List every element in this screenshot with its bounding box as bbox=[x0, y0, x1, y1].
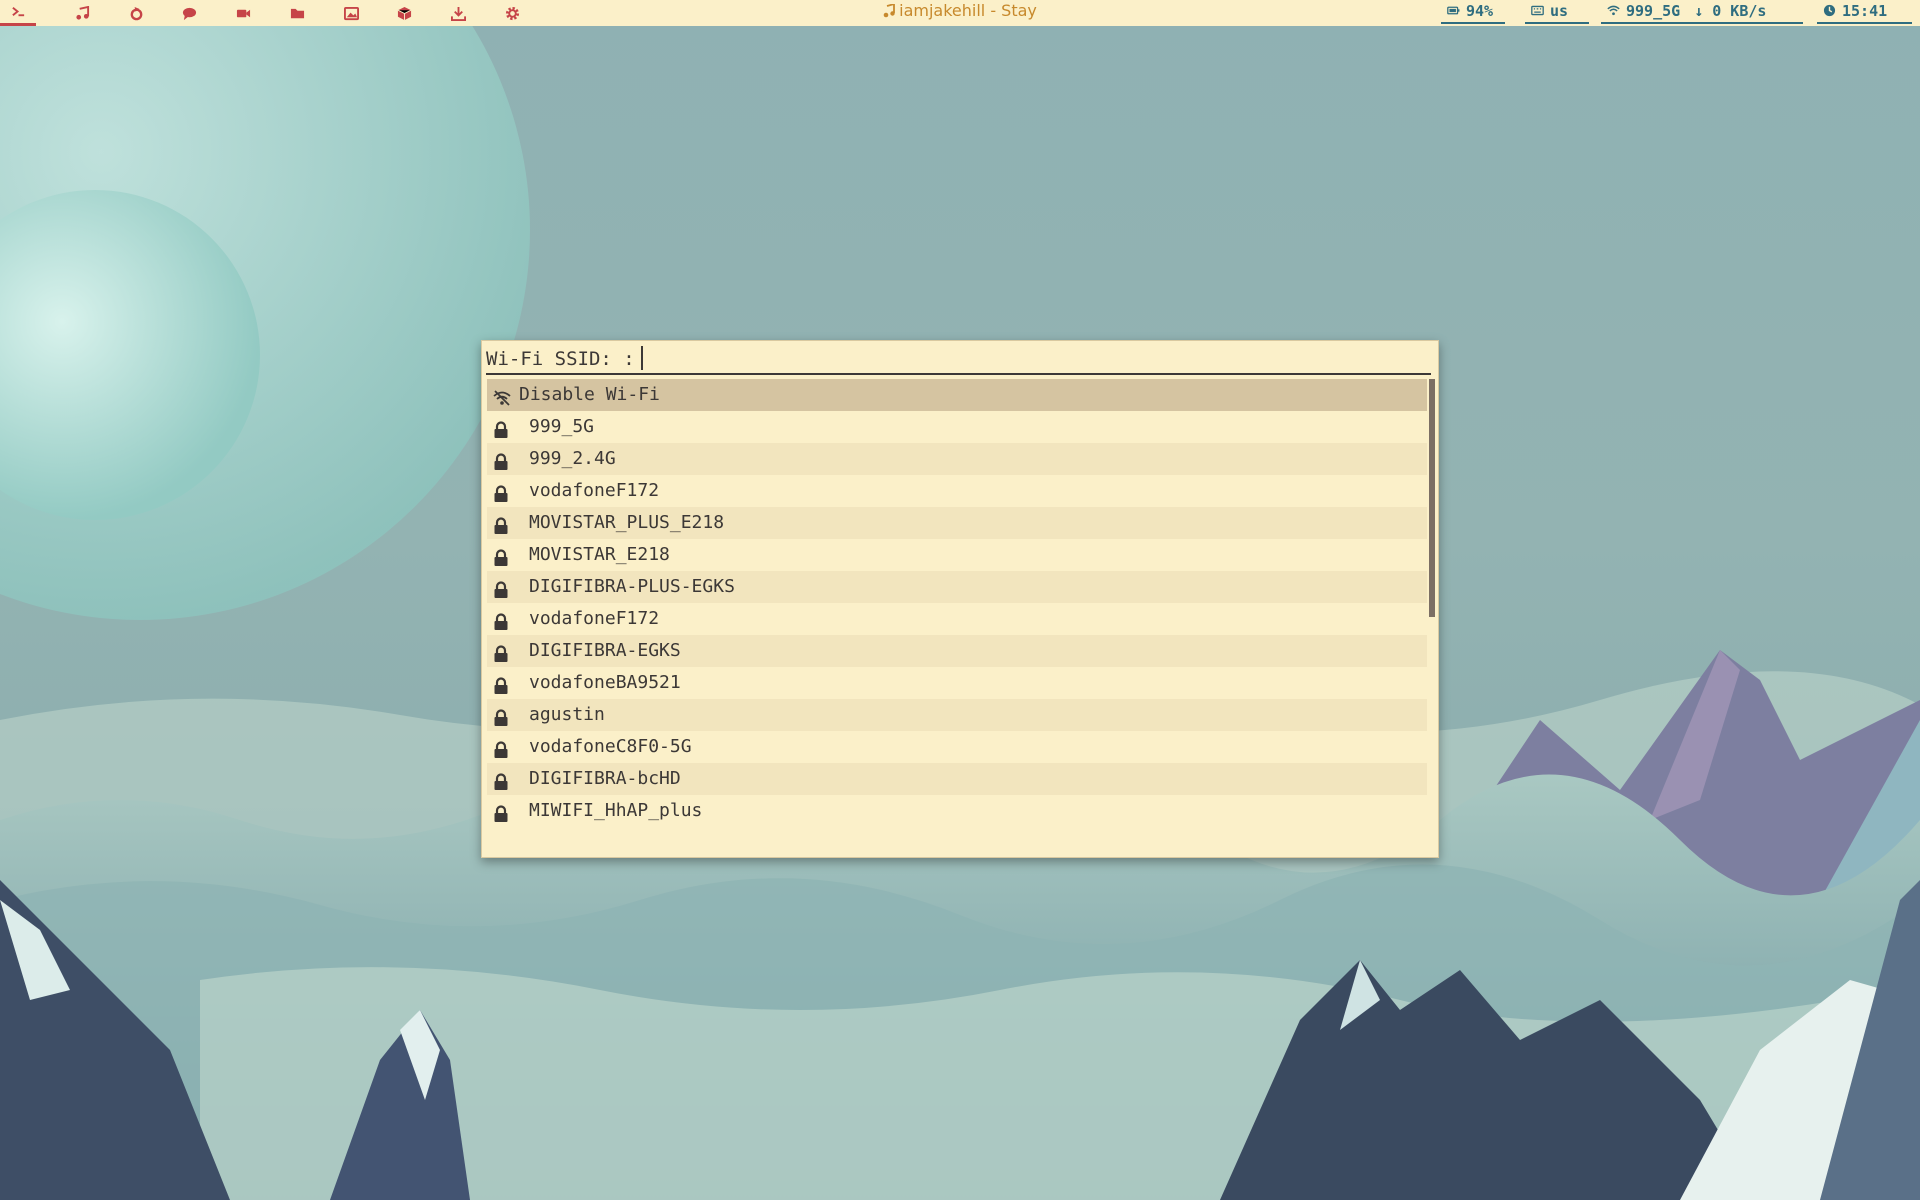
lock-icon bbox=[493, 610, 509, 630]
music-icon[interactable] bbox=[64, 0, 100, 26]
ssid-list-item[interactable]: MIWIFI_HhAP_plus bbox=[487, 795, 1427, 827]
network-module[interactable]: 999_5G ↓ 0 KB/s bbox=[1601, 0, 1803, 24]
ssid-list-item[interactable]: vodafoneBA9521 bbox=[487, 667, 1427, 699]
lock-icon bbox=[493, 802, 509, 822]
lock-icon bbox=[493, 642, 509, 662]
ssid-label: 999_2.4G bbox=[529, 448, 616, 469]
lock-icon bbox=[493, 706, 509, 726]
window-title-text: iamjakehill - Stay bbox=[899, 1, 1037, 20]
lock-icon bbox=[493, 450, 509, 470]
battery-icon bbox=[1447, 6, 1460, 15]
ssid-list-item[interactable]: vodafoneF172 bbox=[487, 475, 1427, 507]
wifi-ssid-menu: Wi-Fi SSID: : Disable Wi-Fi 999_5G 999_2.4… bbox=[481, 340, 1439, 858]
ssid-list-item[interactable]: Disable Wi-Fi bbox=[487, 379, 1427, 411]
ssid-list-item[interactable]: 999_2.4G bbox=[487, 443, 1427, 475]
chat-icon[interactable] bbox=[171, 0, 207, 26]
top-status-bar: iamjakehill - Stay 94% us 999_5G ↓ 0 KB/s… bbox=[0, 0, 1920, 26]
ssid-label: vodafoneBA9521 bbox=[529, 672, 681, 693]
lock-icon bbox=[493, 738, 509, 758]
ssid-list-item[interactable]: vodafoneC8F0-5G bbox=[487, 731, 1427, 763]
ssid-label: vodafoneF172 bbox=[529, 608, 660, 629]
lock-icon bbox=[493, 418, 509, 438]
ssid-label: DIGIFIBRA-bcHD bbox=[529, 768, 681, 789]
lock-icon bbox=[493, 546, 509, 566]
package-icon[interactable] bbox=[386, 0, 422, 26]
wifi-off-icon bbox=[493, 386, 511, 406]
ssid-label: DIGIFIBRA-PLUS-EGKS bbox=[529, 576, 735, 597]
folder-icon[interactable] bbox=[279, 0, 315, 26]
ssid-list-item[interactable]: DIGIFIBRA-EGKS bbox=[487, 635, 1427, 667]
list-scrollbar[interactable] bbox=[1429, 379, 1435, 617]
video-icon[interactable] bbox=[225, 0, 261, 26]
clock-module[interactable]: 15:41 bbox=[1817, 0, 1912, 24]
ssid-label: vodafoneC8F0-5G bbox=[529, 736, 692, 757]
wifi-icon bbox=[1607, 5, 1620, 16]
terminal-icon[interactable] bbox=[0, 0, 36, 26]
clock-icon bbox=[1823, 4, 1836, 17]
keyboard-icon bbox=[1531, 5, 1544, 16]
ssid-label: agustin bbox=[529, 704, 605, 725]
music-note-icon bbox=[883, 4, 896, 18]
ssid-label: DIGIFIBRA-EGKS bbox=[529, 640, 681, 661]
lock-icon bbox=[493, 482, 509, 502]
lock-icon bbox=[493, 674, 509, 694]
battery-module[interactable]: 94% bbox=[1441, 0, 1505, 24]
gear-icon[interactable] bbox=[494, 0, 530, 26]
wifi-ssid-value: 999_5G bbox=[1626, 2, 1681, 20]
lock-icon bbox=[493, 770, 509, 790]
refresh-icon[interactable] bbox=[118, 0, 154, 26]
keyboard-layout-module[interactable]: us bbox=[1525, 0, 1589, 24]
text-cursor bbox=[640, 346, 643, 370]
ssid-label: MIWIFI_HhAP_plus bbox=[529, 800, 703, 821]
ssid-label: vodafoneF172 bbox=[529, 480, 660, 501]
lock-icon bbox=[493, 578, 509, 598]
ssid-list-item[interactable]: DIGIFIBRA-PLUS-EGKS bbox=[487, 571, 1427, 603]
prompt-input-row[interactable]: Wi-Fi SSID: : bbox=[486, 345, 1431, 375]
keyboard-layout-value: us bbox=[1550, 2, 1569, 20]
net-speed-value: ↓ 0 KB/s bbox=[1694, 2, 1767, 20]
battery-value: 94% bbox=[1466, 2, 1494, 20]
ssid-list-item[interactable]: MOVISTAR_PLUS_E218 bbox=[487, 507, 1427, 539]
image-icon[interactable] bbox=[333, 0, 369, 26]
ssid-label: MOVISTAR_PLUS_E218 bbox=[529, 512, 725, 533]
ssid-label: 999_5G bbox=[529, 416, 595, 437]
ssid-list: Disable Wi-Fi 999_5G 999_2.4G vodafoneF172 M… bbox=[487, 379, 1427, 827]
ssid-list-item[interactable]: DIGIFIBRA-bcHD bbox=[487, 763, 1427, 795]
download-icon[interactable] bbox=[440, 0, 476, 26]
prompt-label: Wi-Fi SSID: : bbox=[486, 348, 635, 370]
ssid-label: MOVISTAR_E218 bbox=[529, 544, 670, 565]
lock-icon bbox=[493, 514, 509, 534]
ssid-list-item[interactable]: MOVISTAR_E218 bbox=[487, 539, 1427, 571]
ssid-list-item[interactable]: 999_5G bbox=[487, 411, 1427, 443]
ssid-list-item[interactable]: vodafoneF172 bbox=[487, 603, 1427, 635]
ssid-label: Disable Wi-Fi bbox=[519, 384, 660, 405]
clock-value: 15:41 bbox=[1842, 2, 1888, 20]
ssid-list-item[interactable]: agustin bbox=[487, 699, 1427, 731]
